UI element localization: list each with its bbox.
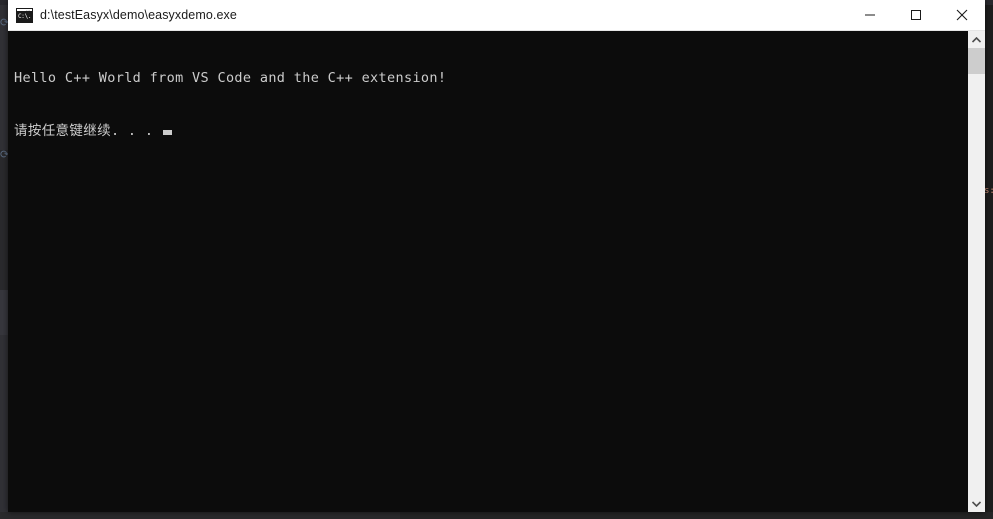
- console-line: 请按任意键继续. . .: [14, 123, 967, 141]
- scrollbar-track[interactable]: [968, 48, 985, 495]
- title-bar[interactable]: ··· C:\. d:\testEasyx\demo\easyxdemo.exe: [8, 0, 985, 31]
- background-code-fragment: s: r: [984, 186, 993, 196]
- console-window: ··· C:\. d:\testEasyx\demo\easyxdemo.exe: [8, 0, 985, 512]
- maximize-button[interactable]: [893, 0, 939, 30]
- chevron-up-icon: [972, 36, 981, 43]
- background-sidebar-selected-row: [0, 290, 8, 335]
- background-sidebar-strip: [0, 150, 8, 290]
- scrollbar-thumb[interactable]: [968, 48, 985, 74]
- maximize-icon: [911, 10, 921, 20]
- console-line: Hello C++ World from VS Code and the C++…: [14, 70, 447, 86]
- minimize-button[interactable]: [847, 0, 893, 30]
- scroll-up-arrow-icon[interactable]: [968, 31, 985, 48]
- console-app-icon: ··· C:\.: [16, 7, 33, 23]
- console-line-text: 请按任意键继续. . .: [14, 122, 162, 139]
- close-button[interactable]: [939, 0, 985, 30]
- window-title: d:\testEasyx\demo\easyxdemo.exe: [40, 8, 237, 22]
- console-output[interactable]: Hello C++ World from VS Code and the C++…: [8, 31, 967, 512]
- console-cursor: [162, 129, 172, 135]
- vertical-scrollbar[interactable]: [967, 31, 985, 512]
- close-icon: [956, 9, 968, 21]
- window-controls: [847, 0, 985, 30]
- chevron-down-icon: [972, 500, 981, 507]
- console-app-icon-screen: C:\.: [17, 11, 32, 22]
- scroll-down-arrow-icon[interactable]: [968, 495, 985, 512]
- minimize-icon: [865, 14, 875, 16]
- background-panel-left: [0, 512, 400, 519]
- console-body[interactable]: Hello C++ World from VS Code and the C++…: [8, 31, 985, 512]
